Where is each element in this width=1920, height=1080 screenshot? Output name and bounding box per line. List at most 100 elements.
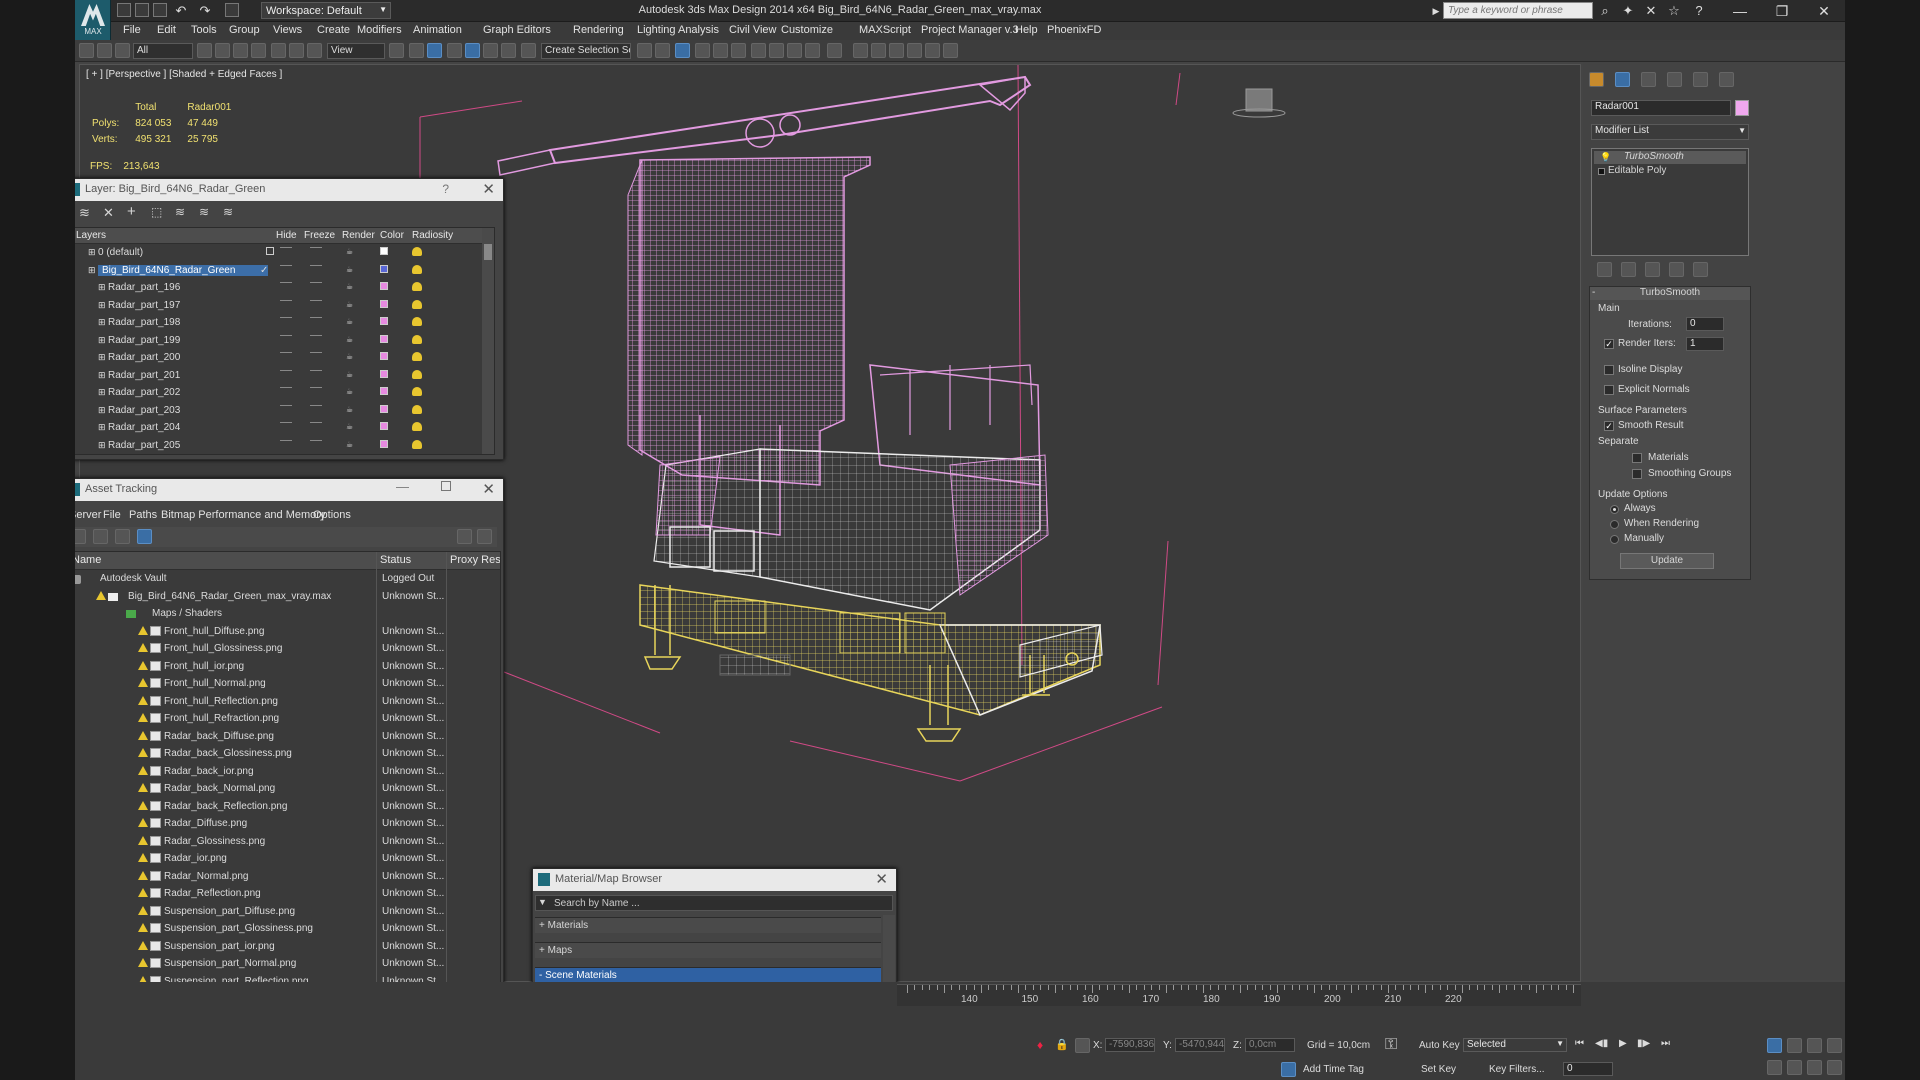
material-group-1[interactable]: + Maps <box>535 942 881 958</box>
asset-menu-bitmap-performance-and-memory[interactable]: Bitmap Performance and Memory <box>161 509 325 521</box>
asset-row[interactable]: Radar_back_Reflection.png Unknown St... <box>75 799 500 816</box>
auto-key-button[interactable]: Auto Key <box>1419 1040 1460 1051</box>
render-teapot-icon[interactable]: ☕ <box>346 265 353 274</box>
vray-lister-icon[interactable] <box>871 43 886 58</box>
layer-row[interactable]: ⊞ Radar_part_203 ☕ <box>75 403 484 420</box>
pivot-center-icon[interactable] <box>389 43 404 58</box>
menu-file[interactable]: File <box>123 24 141 36</box>
asset-row[interactable]: Suspension_part_Glossiness.png Unknown St… <box>75 921 500 938</box>
layer-row[interactable]: ⊞ Radar_part_202 ☕ <box>75 385 484 402</box>
radiosity-lamp-icon[interactable] <box>412 247 422 256</box>
table-view-icon[interactable] <box>137 529 152 544</box>
z-coord-field[interactable]: 0,0cm <box>1245 1038 1295 1052</box>
viewcube-icon[interactable] <box>1245 88 1273 112</box>
layer-row[interactable]: ⊞ Radar_part_199 ☕ <box>75 333 484 350</box>
toggle-dash-icon[interactable] <box>280 404 292 406</box>
set-key-button[interactable]: Set Key <box>1421 1064 1456 1075</box>
highlight-layer-icon[interactable]: ≋ <box>175 205 185 219</box>
toggle-dash-icon[interactable] <box>310 352 322 353</box>
render-teapot-icon[interactable]: ☕ <box>346 387 353 396</box>
asset-panel-titlebar[interactable]: Asset Tracking — ✕ <box>75 479 503 501</box>
snaps-toggle-icon[interactable] <box>447 43 462 58</box>
layer-box-icon[interactable] <box>266 247 274 255</box>
asset-col-status[interactable]: Status <box>380 554 411 566</box>
render-teapot-icon[interactable]: ☕ <box>346 352 353 361</box>
remove-modifier-icon[interactable] <box>1669 262 1684 277</box>
play-icon[interactable]: ▶ <box>1619 1038 1627 1049</box>
render-teapot-icon[interactable]: ☕ <box>346 317 353 326</box>
layer-col-layers[interactable]: Layers <box>76 230 106 241</box>
layer-color-swatch[interactable] <box>380 387 388 395</box>
align-icon[interactable] <box>655 43 670 58</box>
toggle-dash-icon[interactable] <box>280 352 292 353</box>
layer-color-swatch[interactable] <box>380 247 388 255</box>
menu-modifiers[interactable]: Modifiers <box>357 24 402 36</box>
radiosity-lamp-icon[interactable] <box>412 317 422 326</box>
list-view-icon[interactable] <box>93 529 108 544</box>
new-file-icon[interactable] <box>117 3 131 17</box>
toggle-dash-icon[interactable] <box>280 247 292 248</box>
asset-col-name[interactable]: Name <box>75 554 101 566</box>
asset-row[interactable]: Suspension_part_Normal.png Unknown St... <box>75 956 500 973</box>
layer-color-swatch[interactable] <box>380 282 388 290</box>
material-search-input[interactable]: ▼ Search by Name ... <box>535 895 893 911</box>
layer-color-swatch[interactable] <box>380 369 388 378</box>
update-button[interactable]: Update <box>1620 553 1714 569</box>
time-tag-icon[interactable] <box>1281 1062 1296 1077</box>
render-teapot-icon[interactable]: ☕ <box>346 405 353 414</box>
minimize-icon[interactable]: — <box>1720 1 1760 21</box>
toggle-dash-icon[interactable] <box>280 299 292 301</box>
hide-all-icon[interactable]: ≋ <box>199 205 209 219</box>
layer-color-swatch[interactable] <box>380 334 388 343</box>
select-manipulate-icon[interactable] <box>409 43 424 58</box>
menu-create[interactable]: Create <box>317 24 350 36</box>
motion-tab-icon[interactable] <box>1667 72 1682 87</box>
x-coord-field[interactable]: -7590,836 <box>1105 1038 1155 1052</box>
layer-row[interactable]: ⊞ Radar_part_204 ☕ <box>75 420 484 437</box>
stack-item-editable-poly[interactable]: Editable Poly <box>1594 165 1746 178</box>
help-icon[interactable]: ? <box>1691 3 1707 19</box>
radiosity-lamp-icon[interactable] <box>412 334 422 344</box>
layer-color-swatch[interactable] <box>380 264 388 273</box>
maximize-icon[interactable]: ❐ <box>1762 1 1802 21</box>
asset-menu-file[interactable]: File <box>103 509 121 521</box>
material-editor-icon[interactable] <box>751 43 766 58</box>
toggle-dash-icon[interactable] <box>310 439 322 441</box>
render-teapot-icon[interactable]: ☕ <box>346 422 353 431</box>
toggle-dash-icon[interactable] <box>310 404 322 406</box>
field-of-view-icon[interactable] <box>1767 1060 1782 1075</box>
layer-panel-titlebar[interactable]: Layer: Big_Bird_64N6_Radar_Green? ✕ <box>75 179 503 201</box>
delete-layer-icon[interactable]: ✕ <box>103 205 114 221</box>
hierarchy-tab-icon[interactable] <box>1641 72 1656 87</box>
isoline-display-checkbox[interactable] <box>1604 365 1614 375</box>
layer-color-swatch[interactable] <box>380 422 388 430</box>
toggle-dash-icon[interactable] <box>280 264 292 266</box>
rendered-frame-icon[interactable] <box>787 43 802 58</box>
lock-icon[interactable]: 🔒 <box>1055 1038 1069 1051</box>
close-icon[interactable]: ✕ <box>875 870 888 888</box>
stack-item-turbosmooth[interactable]: TurboSmooth <box>1594 151 1746 164</box>
select-in-layer-icon[interactable]: ⬚ <box>151 205 162 219</box>
layer-row[interactable]: ⊞ Radar_part_197 ☕ <box>75 298 484 315</box>
radiosity-lamp-icon[interactable] <box>412 352 422 361</box>
bind-spacewarp-icon[interactable] <box>115 43 130 58</box>
layer-row[interactable]: ⊞ Radar_part_201 ☕ <box>75 368 484 385</box>
asset-row[interactable]: Radar_back_Normal.png Unknown St... <box>75 781 500 798</box>
asset-row[interactable]: Big_Bird_64N6_Radar_Green_max_vray.max Un… <box>75 589 500 606</box>
binoculars-icon[interactable]: ⌕ <box>1597 3 1613 19</box>
menu-maxscript[interactable]: MAXScript <box>859 24 911 36</box>
menu-rendering[interactable]: Rendering <box>573 24 624 36</box>
asset-row[interactable]: Suspension_part_Diffuse.png Unknown St... <box>75 904 500 921</box>
toggle-dash-icon[interactable] <box>280 439 292 441</box>
configure-sets-icon[interactable] <box>1693 262 1708 277</box>
toggle-dash-icon[interactable] <box>310 422 322 423</box>
asset-menu-paths[interactable]: Paths <box>129 509 157 521</box>
y-coord-field[interactable]: -5470,944 <box>1175 1038 1225 1052</box>
toggle-dash-icon[interactable] <box>310 282 322 283</box>
app-logo-icon[interactable]: MAX <box>75 0 111 40</box>
absolute-mode-icon[interactable] <box>1075 1038 1090 1053</box>
zoom-extents-icon[interactable] <box>1807 1038 1822 1053</box>
new-layer-icon[interactable]: ≋ <box>79 205 90 221</box>
rollout-collapse-icon[interactable]: - <box>1592 287 1595 298</box>
explicit-normals-checkbox[interactable] <box>1604 385 1614 395</box>
